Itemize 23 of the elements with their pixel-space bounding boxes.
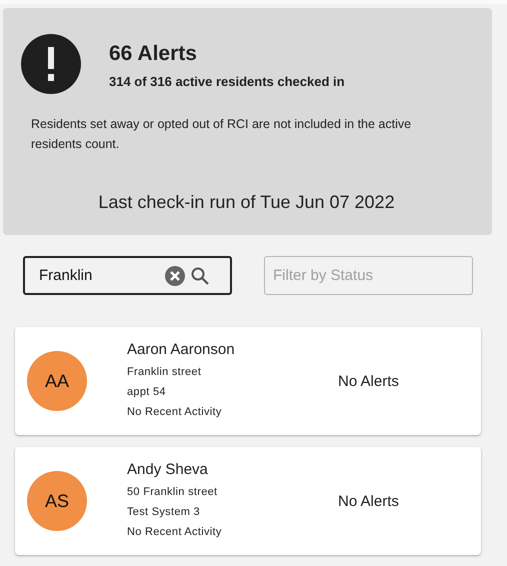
avatar: AS — [27, 471, 87, 531]
resident-name: Aaron Aaronson — [127, 340, 236, 358]
residents-note: Residents set away or opted out of RCI are not included in the active residents count. — [31, 116, 412, 153]
resident-name: Andy Sheva — [127, 460, 209, 478]
search-field[interactable]: Franklin — [23, 256, 232, 295]
resident-detail: appt 54 — [127, 384, 167, 400]
search-icon[interactable] — [191, 266, 209, 284]
alert-status: No Alerts — [338, 492, 399, 510]
clear-icon[interactable] — [165, 266, 185, 286]
alerts-title: 66 Alerts — [109, 42, 198, 66]
status-filter-field[interactable]: Filter by Status — [264, 256, 473, 295]
last-run-text: Last check-in run of Tue Jun 07 2022 — [97, 192, 396, 213]
resident-detail: Test System 3 — [127, 504, 201, 520]
resident-card[interactable]: AA Aaron Aaronson Franklin street appt 54 No Recent Activity No Alerts — [15, 327, 481, 435]
avatar: AA — [27, 351, 87, 411]
alert-status: No Alerts — [338, 372, 399, 390]
resident-detail: No Recent Activity — [127, 524, 223, 540]
search-input[interactable]: Franklin — [39, 267, 159, 284]
resident-detail: 50 Franklin street — [127, 484, 218, 500]
resident-card[interactable]: AS Andy Sheva 50 Franklin street Test System 3 No Recent Activity No Alerts — [15, 447, 481, 555]
resident-detail: No Recent Activity — [127, 404, 223, 420]
resident-detail: Franklin street — [127, 364, 202, 380]
checked-in-count: 314 of 316 active residents checked in — [109, 74, 345, 89]
